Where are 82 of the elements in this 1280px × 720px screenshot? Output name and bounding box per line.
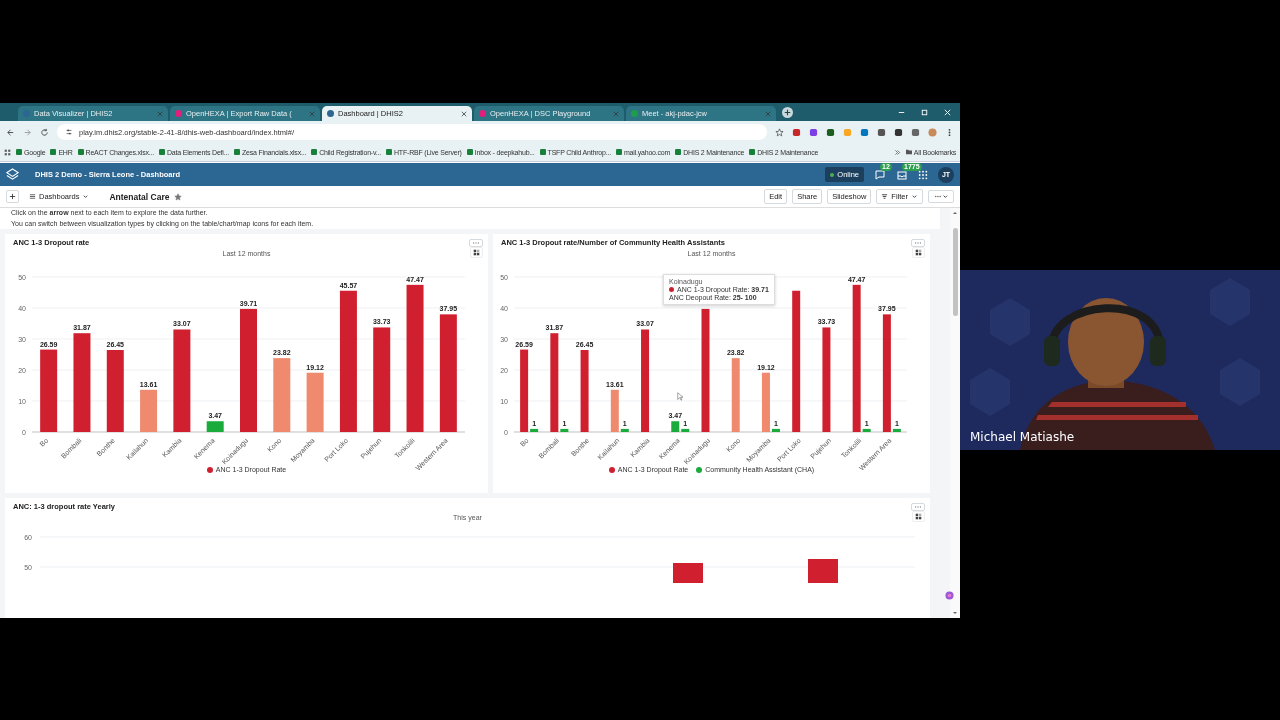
dashboard-name: Antenatal Care	[109, 191, 170, 202]
apps-icon[interactable]	[4, 148, 11, 156]
star-icon[interactable]	[775, 127, 784, 137]
restore-icon[interactable]	[920, 107, 929, 117]
grid-icon	[915, 249, 922, 256]
scroll-down-icon[interactable]	[952, 610, 958, 616]
view-type-button[interactable]	[912, 247, 925, 258]
logo-icon[interactable]	[6, 168, 19, 181]
filter-icon	[881, 193, 889, 200]
participant-name: Michael Matiashe	[970, 430, 1075, 444]
bar[interactable]	[520, 349, 529, 432]
bar[interactable]	[681, 428, 690, 432]
bar[interactable]	[671, 421, 680, 432]
profile-avatar-icon[interactable]	[928, 127, 937, 137]
more-icon	[472, 240, 480, 245]
more-bookmarks-icon[interactable]	[893, 148, 901, 156]
bar[interactable]	[892, 428, 901, 432]
bookmark-favicon-icon	[749, 149, 756, 155]
new-tab-icon[interactable]	[782, 106, 793, 118]
bar[interactable]	[641, 329, 650, 432]
back-icon[interactable]	[6, 127, 15, 137]
bar[interactable]	[580, 350, 589, 432]
caret-icon	[911, 193, 918, 200]
bookmark-favicon-icon	[466, 149, 473, 155]
bar[interactable]	[439, 314, 457, 432]
bar[interactable]	[173, 329, 191, 432]
bar[interactable]	[792, 290, 801, 432]
folder-icon	[905, 149, 912, 155]
bar[interactable]	[852, 284, 861, 432]
bar[interactable]	[761, 372, 770, 432]
bookmark-favicon-icon	[77, 149, 84, 155]
more-button[interactable]	[928, 190, 954, 203]
bar[interactable]	[862, 428, 871, 432]
bar[interactable]	[822, 327, 831, 432]
bookmark-favicon-icon	[159, 149, 165, 155]
bar[interactable]	[620, 428, 629, 432]
bookmark-favicon-icon	[311, 149, 318, 155]
star-icon[interactable]	[174, 192, 183, 201]
bookmark-favicon-icon	[675, 149, 682, 155]
bar[interactable]	[206, 421, 224, 432]
forward-icon[interactable]	[23, 127, 32, 137]
bookmark-favicon-icon	[539, 149, 546, 155]
bar[interactable]	[610, 389, 619, 432]
bar[interactable]	[701, 308, 710, 432]
more-icon	[914, 504, 922, 509]
bar[interactable]	[771, 428, 780, 432]
grid-icon	[915, 513, 922, 520]
close-icon[interactable]	[461, 110, 467, 117]
add-button[interactable]	[6, 190, 19, 203]
bar[interactable]	[882, 314, 891, 432]
messages-icon[interactable]	[874, 168, 886, 181]
inbox-icon[interactable]	[896, 168, 908, 181]
bar[interactable]	[406, 284, 424, 432]
bar[interactable]	[550, 333, 559, 432]
mouse-cursor-icon	[677, 392, 683, 401]
bar[interactable]	[560, 428, 569, 432]
assistant-icon[interactable]	[945, 591, 954, 600]
more-icon	[933, 193, 949, 200]
bar[interactable]	[106, 350, 124, 432]
site-info-icon[interactable]	[65, 128, 73, 136]
list-icon	[29, 193, 36, 200]
bar[interactable]	[40, 349, 58, 432]
more-icon	[914, 240, 922, 245]
view-type-button[interactable]	[470, 247, 483, 258]
view-type-button[interactable]	[912, 511, 925, 522]
caret-icon	[82, 193, 90, 200]
bar[interactable]	[373, 327, 391, 432]
scrollbar-thumb[interactable]	[952, 228, 958, 316]
reload-icon[interactable]	[40, 127, 49, 137]
bar[interactable]	[530, 428, 539, 432]
apps-grid-icon[interactable]	[918, 169, 928, 180]
bookmark-favicon-icon	[16, 149, 22, 155]
scroll-up-icon[interactable]	[952, 210, 958, 216]
bar[interactable]	[140, 389, 158, 432]
bar[interactable]	[73, 333, 91, 432]
bookmark-favicon-icon	[233, 149, 240, 155]
grid-icon	[473, 249, 480, 256]
bookmark-favicon-icon	[386, 149, 392, 155]
bar[interactable]	[339, 290, 357, 432]
bookmark-favicon-icon	[50, 149, 57, 155]
plus-icon	[9, 193, 16, 200]
bookmark-favicon-icon	[615, 149, 622, 155]
